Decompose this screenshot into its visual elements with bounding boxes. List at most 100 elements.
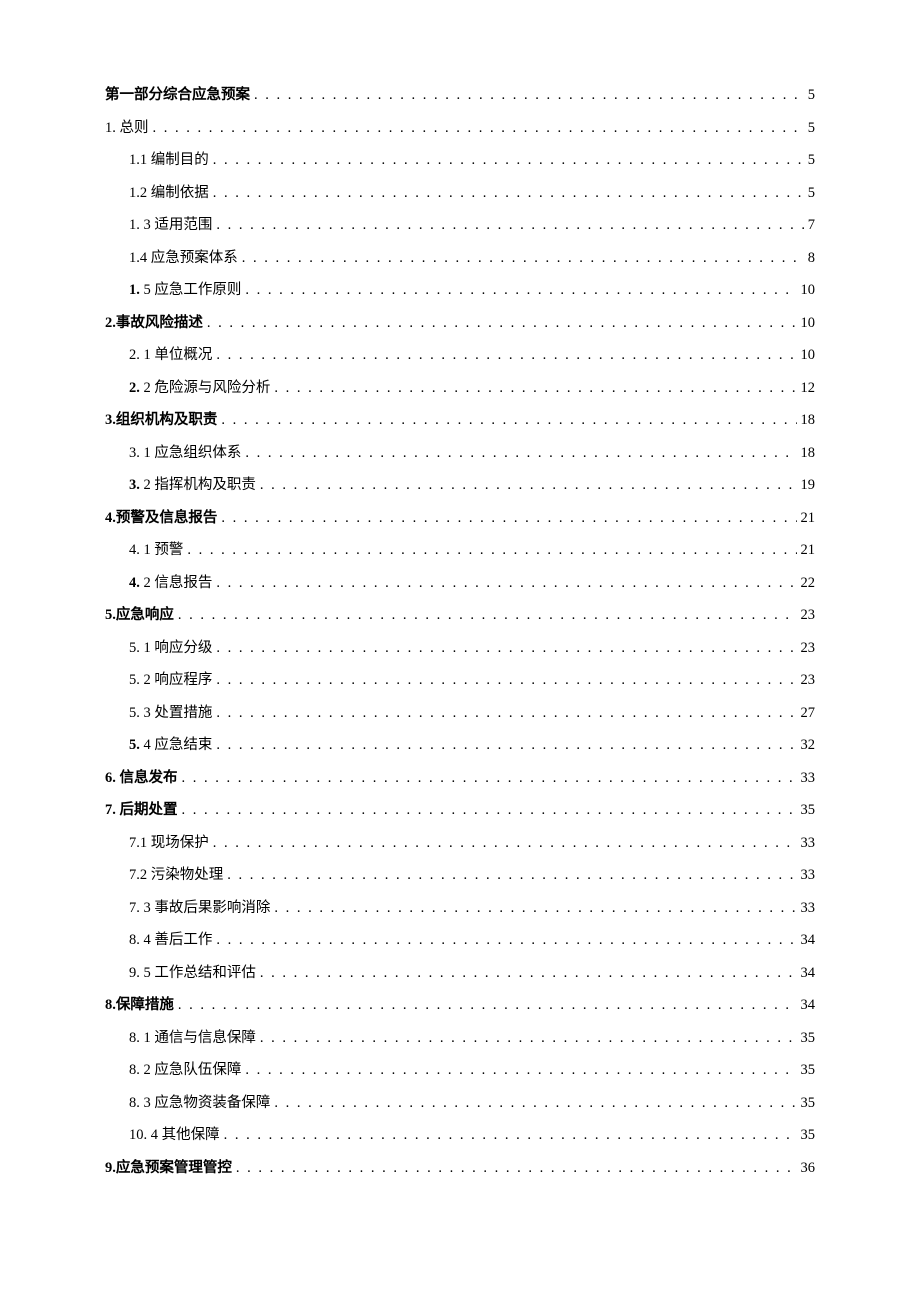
toc-entry-label: 1. 5 应急工作原则 — [129, 283, 241, 298]
toc-entry-page: 35 — [801, 1128, 816, 1143]
toc-leader-dots — [178, 998, 797, 1013]
toc-entry-text: 7. 3 事故后果影响消除 — [129, 900, 270, 916]
toc-entry-page: 23 — [801, 641, 816, 656]
toc-entry-label: 5.应急响应 — [105, 608, 174, 623]
toc-entry-page: 5 — [808, 88, 815, 103]
toc-leader-dots — [153, 121, 804, 136]
toc-entry: 6. 信息发布 33 — [105, 771, 815, 786]
toc-entry-label: 3.组织机构及职责 — [105, 413, 217, 428]
toc-entry: 1.4 应急预案体系 8 — [105, 251, 815, 266]
toc-entry-text: 7.2 污染物处理 — [129, 867, 223, 883]
toc-entry-page: 7 — [808, 218, 815, 233]
toc-entry-text: 8. 2 应急队伍保障 — [129, 1062, 241, 1078]
toc-leader-dots — [260, 966, 797, 981]
toc-entry-bold-prefix: 9.应急预案管理管控 — [105, 1160, 232, 1176]
toc-entry-text: 1.4 应急预案体系 — [129, 250, 238, 266]
toc-entry-label: 9. 5 工作总结和评估 — [129, 966, 256, 981]
toc-leader-dots — [178, 608, 797, 623]
toc-leader-dots — [274, 1096, 796, 1111]
table-of-contents: 第一部分综合应急预案51. 总则51.1 编制目的51.2 编制依据51. 3 … — [105, 88, 815, 1175]
toc-entry-bold-prefix: 8.保障措施 — [105, 997, 174, 1013]
toc-entry: 5. 3 处置措施 27 — [105, 706, 815, 721]
toc-entry-label: 2. 1 单位概况 — [129, 348, 212, 363]
toc-leader-dots — [221, 413, 796, 428]
toc-entry: 5. 2 响应程序 23 — [105, 673, 815, 688]
toc-entry-label: 5. 2 响应程序 — [129, 673, 212, 688]
toc-entry: 2.事故风险描述10 — [105, 316, 815, 331]
toc-entry-page: 22 — [801, 576, 816, 591]
toc-entry-page: 5 — [808, 153, 815, 168]
toc-entry: 4.预警及信息报告 21 — [105, 511, 815, 526]
toc-entry-bold-prefix: 2. — [129, 380, 140, 396]
toc-entry-bold-prefix: 3.组织机构及职责 — [105, 412, 217, 428]
toc-leader-dots — [213, 836, 797, 851]
toc-leader-dots — [216, 706, 796, 721]
toc-entry-page: 8 — [808, 251, 815, 266]
toc-leader-dots — [216, 738, 796, 753]
toc-entry: 1.1 编制目的 5 — [105, 153, 815, 168]
toc-entry-label: 7.2 污染物处理 — [129, 868, 223, 883]
toc-entry-label: 10. 4 其他保障 — [129, 1128, 220, 1143]
toc-leader-dots — [224, 1128, 797, 1143]
toc-entry-text: 5. 2 响应程序 — [129, 672, 212, 688]
toc-entry-label: 第一部分综合应急预案 — [105, 88, 250, 103]
toc-entry-text: 2 危险源与风险分析 — [140, 380, 271, 396]
toc-entry-page: 33 — [801, 771, 816, 786]
toc-entry-page: 33 — [801, 836, 816, 851]
toc-entry-page: 34 — [801, 998, 816, 1013]
toc-entry-label: 2. 2 危险源与风险分析 — [129, 381, 270, 396]
toc-entry-page: 21 — [801, 511, 816, 526]
toc-entry-page: 27 — [801, 706, 816, 721]
toc-leader-dots — [216, 348, 796, 363]
toc-entry-text: 5. 1 响应分级 — [129, 640, 212, 656]
toc-entry-label: 8. 3 应急物资装备保障 — [129, 1096, 270, 1111]
toc-leader-dots — [245, 283, 796, 298]
toc-leader-dots — [245, 1063, 796, 1078]
toc-entry-page: 23 — [801, 673, 816, 688]
toc-entry: 1. 3 适用范围7 — [105, 218, 815, 233]
toc-entry-bold-prefix: 4.预警及信息报告 — [105, 510, 217, 526]
toc-entry-label: 5. 3 处置措施 — [129, 706, 212, 721]
toc-entry-bold-prefix: 5. — [129, 737, 140, 753]
toc-entry-label: 8. 2 应急队伍保障 — [129, 1063, 241, 1078]
toc-entry: 10. 4 其他保障 35 — [105, 1128, 815, 1143]
toc-entry-text: 10. 4 其他保障 — [129, 1127, 220, 1143]
toc-entry-page: 12 — [801, 381, 816, 396]
toc-entry-page: 34 — [801, 966, 816, 981]
toc-leader-dots — [216, 641, 796, 656]
toc-entry-text: 1.1 编制目的 — [129, 152, 209, 168]
toc-entry: 7. 后期处置35 — [105, 803, 815, 818]
toc-entry-label: 8. 4 善后工作 — [129, 933, 212, 948]
toc-leader-dots — [221, 511, 796, 526]
toc-entry-label: 5. 1 响应分级 — [129, 641, 212, 656]
toc-entry: 8. 2 应急队伍保障35 — [105, 1063, 815, 1078]
toc-entry-label: 6. 信息发布 — [105, 771, 178, 786]
toc-leader-dots — [213, 153, 804, 168]
toc-entry-text: 2 指挥机构及职责 — [140, 477, 256, 493]
toc-entry: 8. 1 通信与信息保障35 — [105, 1031, 815, 1046]
toc-leader-dots — [187, 543, 796, 558]
toc-leader-dots — [236, 1161, 797, 1176]
toc-entry-text: 8. 1 通信与信息保障 — [129, 1030, 256, 1046]
toc-entry-label: 7.1 现场保护 — [129, 836, 209, 851]
toc-entry-text: 4 应急结束 — [140, 737, 213, 753]
toc-leader-dots — [274, 901, 796, 916]
toc-leader-dots — [254, 88, 804, 103]
toc-entry: 2. 2 危险源与风险分析 12 — [105, 381, 815, 396]
toc-entry-page: 5 — [808, 121, 815, 136]
toc-leader-dots — [260, 1031, 797, 1046]
toc-entry-page: 34 — [801, 933, 816, 948]
toc-leader-dots — [207, 316, 797, 331]
toc-leader-dots — [274, 381, 796, 396]
toc-entry-bold-prefix: 6. 信息发布 — [105, 770, 178, 786]
toc-entry-page: 33 — [801, 901, 816, 916]
toc-leader-dots — [227, 868, 796, 883]
toc-entry-label: 4.预警及信息报告 — [105, 511, 217, 526]
toc-entry: 1. 5 应急工作原则10 — [105, 283, 815, 298]
toc-entry: 8. 3 应急物资装备保障35 — [105, 1096, 815, 1111]
toc-entry-label: 1. 总则 — [105, 121, 149, 136]
toc-entry: 9.应急预案管理管控36 — [105, 1161, 815, 1176]
toc-entry: 7. 3 事故后果影响消除 33 — [105, 901, 815, 916]
toc-entry-label: 4. 2 信息报告 — [129, 576, 212, 591]
toc-entry-label: 8. 1 通信与信息保障 — [129, 1031, 256, 1046]
